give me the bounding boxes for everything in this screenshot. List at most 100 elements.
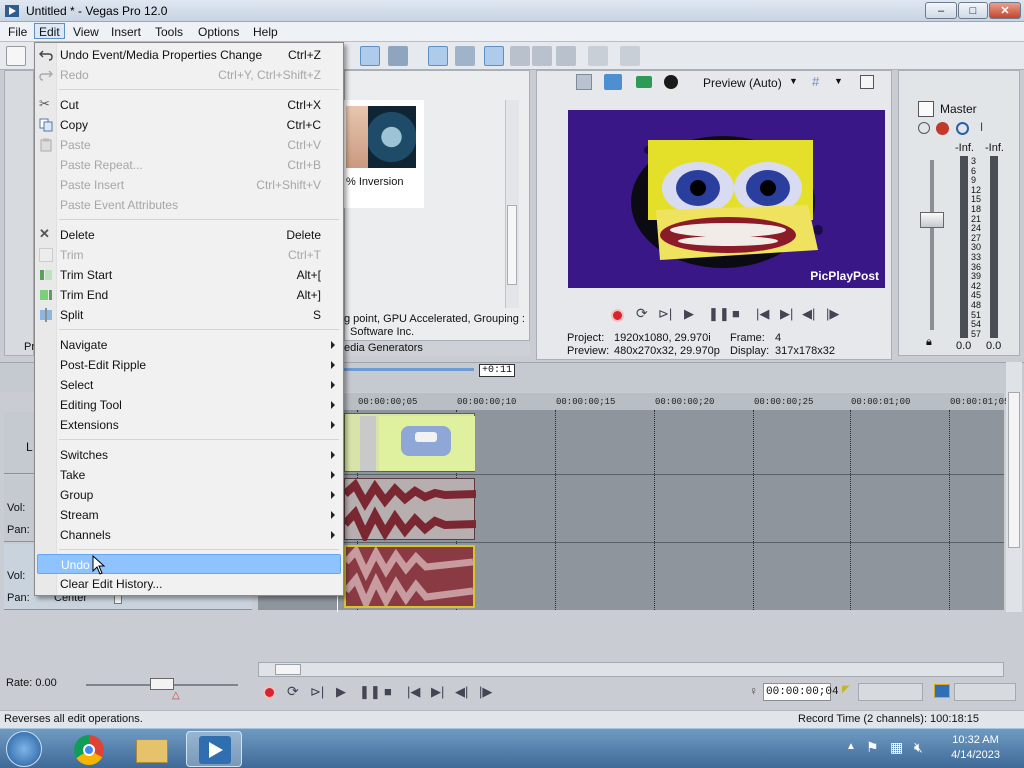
timeline-horizontal-thumb[interactable] [275, 664, 301, 675]
properties-icon[interactable] [588, 46, 608, 66]
selection-start-field[interactable] [858, 683, 923, 701]
chevron-down-icon-2[interactable]: ▼ [834, 76, 843, 86]
next-frame-icon[interactable]: |▶ [826, 306, 839, 322]
master-fx-icon[interactable] [936, 122, 949, 135]
mute-icon[interactable] [956, 122, 969, 135]
menu-item-paste-event-attributes[interactable]: Paste Event Attributes [37, 195, 341, 215]
previous-frame-icon[interactable]: ◀| [802, 306, 815, 322]
pause-icon[interactable]: ❚❚ [708, 306, 730, 322]
chevron-down-icon[interactable]: ▼ [789, 76, 798, 86]
menu-help[interactable]: Help [249, 24, 282, 40]
menu-item-channels[interactable]: Channels [37, 525, 341, 545]
menu-item-paste-repeat[interactable]: Paste Repeat... Ctrl+B [37, 155, 341, 175]
timeline-play-icon[interactable]: ▶ [336, 684, 346, 700]
automation-icon[interactable] [918, 122, 930, 134]
menu-item-cut[interactable]: ✂ Cut Ctrl+X [37, 95, 341, 115]
crossfades-icon[interactable] [455, 46, 475, 66]
menu-item-take[interactable]: Take [37, 465, 341, 485]
grid-icon[interactable]: # [812, 74, 819, 89]
auto-ripple-icon[interactable] [360, 46, 380, 66]
rate-slider-handle[interactable] [150, 678, 174, 690]
explorer-taskbar-button[interactable] [124, 731, 180, 767]
media-scroll-thumb[interactable] [507, 205, 517, 285]
menu-options[interactable]: Options [194, 24, 243, 40]
chrome-taskbar-button[interactable] [62, 731, 118, 767]
maximize-button[interactable]: □ [958, 2, 988, 19]
lock-icon[interactable]: 🔒︎ [926, 336, 932, 349]
menu-item-extensions[interactable]: Extensions [37, 415, 341, 435]
audio-event-1[interactable] [342, 478, 477, 545]
menu-file[interactable]: File [4, 24, 31, 40]
copy-snapshot-icon[interactable] [860, 75, 874, 89]
loop-icon[interactable]: ⟳ [636, 305, 648, 322]
timeline-horizontal-scrollbar[interactable] [258, 662, 1004, 677]
new-project-icon[interactable] [6, 46, 26, 66]
timeline-next-frame-icon[interactable]: |▶ [479, 684, 492, 700]
close-button[interactable]: ✕ [989, 2, 1021, 19]
record-icon[interactable] [611, 309, 624, 322]
menu-item-undo-all[interactable]: Undo [37, 554, 341, 574]
menu-item-undo-event[interactable]: Undo Event/Media Properties Change Ctrl+… [37, 45, 341, 65]
timeline-pause-icon[interactable]: ❚❚ [359, 684, 381, 700]
action-center-icon[interactable]: ⚑ [866, 739, 879, 756]
menu-item-delete[interactable]: ✕ Delete Delete [37, 225, 341, 245]
media-generators-tab[interactable]: edia Generators [344, 340, 530, 356]
play-icon[interactable]: ▶ [684, 306, 694, 322]
menu-item-trim[interactable]: Trim Ctrl+T [37, 245, 341, 265]
master-fader-handle[interactable] [920, 212, 944, 228]
solo-icon[interactable]: ǀ [980, 120, 983, 134]
menu-item-group[interactable]: Group [37, 485, 341, 505]
menu-tools[interactable]: Tools [151, 24, 187, 40]
preview-quality-dropdown[interactable]: Preview (Auto) [703, 76, 782, 90]
menu-item-post-edit-ripple[interactable]: Post-Edit Ripple [37, 355, 341, 375]
go-to-end-icon[interactable]: ▶| [780, 306, 793, 322]
volume-muted-icon[interactable]: 🔇︎ [914, 739, 923, 756]
menu-item-switches[interactable]: Switches [37, 445, 341, 465]
help-pointer-icon[interactable] [620, 46, 640, 66]
timeline-go-to-end-icon[interactable]: ▶| [431, 684, 444, 700]
split-screen-icon[interactable] [636, 76, 652, 88]
selection-length-field[interactable] [954, 683, 1016, 701]
vegas-taskbar-button[interactable] [186, 731, 242, 767]
timeline-record-icon[interactable] [263, 686, 276, 699]
normal-edit-tool-icon[interactable] [484, 46, 504, 66]
timeline-go-to-start-icon[interactable]: |◀ [407, 684, 420, 700]
menu-item-select[interactable]: Select [37, 375, 341, 395]
timeline-ruler[interactable]: 00:00:00;05 00:00:00;10 00:00:00;15 00:0… [258, 393, 1009, 410]
timecode-display[interactable]: 00:00:00;04 [763, 683, 839, 701]
play-from-start-icon[interactable]: ⊳| [658, 306, 672, 322]
menu-item-navigate[interactable]: Navigate [37, 335, 341, 355]
video-event[interactable] [344, 413, 475, 472]
menu-item-trim-start[interactable]: Trim Start Alt+[ [37, 265, 341, 285]
timeline-play-from-start-icon[interactable]: ⊳| [310, 684, 324, 700]
ignore-grouping-icon[interactable] [428, 46, 448, 66]
external-monitor-icon[interactable] [604, 74, 622, 90]
timeline-stop-icon[interactable]: ■ [384, 684, 392, 699]
menu-item-trim-end[interactable]: Trim End Alt+] [37, 285, 341, 305]
master-fader-track[interactable] [930, 160, 934, 330]
overlays-icon[interactable] [664, 75, 678, 89]
audio-event-2-selected[interactable] [343, 544, 475, 612]
timeline-prev-frame-icon[interactable]: ◀| [455, 684, 468, 700]
menu-item-clear-edit-history[interactable]: Clear Edit History... [37, 574, 341, 594]
zoom-tool-icon[interactable] [556, 46, 576, 66]
start-button[interactable] [6, 731, 42, 767]
menu-item-paste[interactable]: Paste Ctrl+V [37, 135, 341, 155]
system-clock[interactable]: 10:32 AM 4/14/2023 [951, 733, 1000, 763]
menu-insert[interactable]: Insert [107, 24, 145, 40]
network-icon[interactable]: ▦ [890, 739, 903, 756]
preview-settings-icon[interactable] [576, 74, 592, 90]
menu-item-redo[interactable]: Redo Ctrl+Y, Ctrl+Shift+Z [37, 65, 341, 85]
show-hidden-icons-icon[interactable]: ▲ [846, 741, 856, 752]
minimize-button[interactable]: – [925, 2, 957, 19]
lock-envelopes-icon[interactable] [388, 46, 408, 66]
menu-item-copy[interactable]: Copy Ctrl+C [37, 115, 341, 135]
menu-view[interactable]: View [69, 24, 103, 40]
menu-edit[interactable]: Edit [34, 23, 65, 39]
selection-tool-icon[interactable] [532, 46, 552, 66]
stop-icon[interactable]: ■ [732, 306, 740, 321]
menu-item-stream[interactable]: Stream [37, 505, 341, 525]
envelope-tool-icon[interactable] [510, 46, 530, 66]
menu-item-split[interactable]: Split S [37, 305, 341, 325]
timeline-loop-icon[interactable]: ⟳ [287, 683, 299, 700]
